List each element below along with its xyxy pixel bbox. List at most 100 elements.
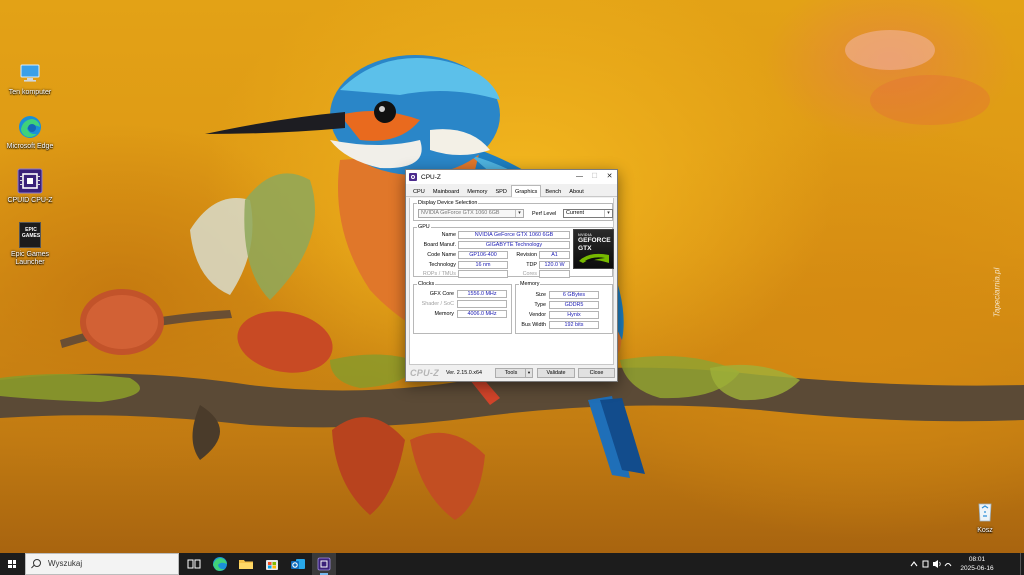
display-selection-group: Display Device Selection NVIDIA GeForce … [413, 200, 613, 221]
mem-vendor-label: Vendor [528, 312, 546, 318]
close-button[interactable]: Close [578, 368, 615, 378]
mem-size-label: Size [535, 292, 547, 298]
search-placeholder: Wyszukaj [48, 559, 83, 568]
network-icon [922, 560, 929, 568]
chevron-down-icon: ▾ [604, 210, 612, 217]
cpuz-app-icon [409, 173, 417, 181]
chevron-up-icon [910, 561, 918, 567]
taskbar: Wyszukaj 08:01 2025-06-16 [0, 553, 1024, 575]
wallpaper-watermark: Tapeciarnia.pl [992, 267, 1002, 318]
desktop-icon-edge[interactable]: Microsoft Edge [2, 114, 58, 151]
outlook-icon [291, 559, 305, 569]
group-title: GPU [417, 224, 431, 230]
group-title: Clocks [417, 281, 436, 287]
tab-spd[interactable]: SPD [491, 186, 511, 196]
wifi-icon [944, 563, 952, 567]
nvidia-geforce-gtx-logo: NVIDIA GEFORCE GTX [573, 229, 614, 269]
taskbar-explorer-button[interactable] [234, 553, 258, 575]
gfx-core-label: GFX Core [429, 291, 454, 297]
code-name-value: GP106-400 [458, 251, 508, 259]
taskbar-store-button[interactable] [260, 553, 284, 575]
file-explorer-icon [239, 560, 253, 569]
tab-bar: CPU Mainboard Memory SPD Graphics Bench … [406, 185, 617, 197]
board-manuf-value: GIGABYTE Technology [458, 241, 570, 249]
mem-type-value: GDDR5 [549, 301, 599, 309]
tab-cpu[interactable]: CPU [409, 186, 429, 196]
search-icon [33, 559, 41, 567]
cores-value [539, 270, 570, 278]
tab-bench[interactable]: Bench [541, 186, 565, 196]
display-device-select[interactable]: NVIDIA GeForce GTX 1060 6GB ▾ [418, 209, 524, 218]
computer-icon [17, 60, 43, 86]
clock-memory-value: 4006.0 MHz [457, 310, 507, 318]
window-title: CPU-Z [421, 173, 441, 181]
tab-about[interactable]: About [565, 186, 588, 196]
mem-size-value: 6 GBytes [549, 291, 599, 299]
show-desktop-button[interactable] [1020, 553, 1024, 575]
desktop-icon-epic-games[interactable]: EPIC GAMES Epic Games Launcher [2, 222, 58, 268]
taskbar-clock[interactable]: 08:01 2025-06-16 [954, 555, 1000, 573]
system-tray [906, 553, 954, 575]
mem-type-label: Type [534, 302, 546, 308]
desktop-icon-label: Ten komputer [8, 89, 52, 96]
taskbar-cpuz-button[interactable] [312, 553, 336, 575]
edge-icon [213, 557, 227, 571]
task-view-button[interactable] [182, 553, 206, 575]
graphics-panel: Display Device Selection NVIDIA GeForce … [409, 198, 614, 365]
clock-time: 08:01 [968, 556, 986, 563]
validate-button[interactable]: Validate [537, 368, 575, 378]
windows-logo-icon [8, 560, 16, 568]
clock-date: 2025-06-16 [960, 565, 994, 572]
desktop-icon-label: Kosz [977, 527, 993, 534]
tdp-label: TDP [526, 262, 537, 268]
taskbar-search-box[interactable]: Wyszukaj [25, 553, 179, 575]
nvidia-eye-icon [579, 253, 609, 263]
group-title: Memory [519, 281, 541, 287]
desktop-icon-cpuz[interactable]: CPUID CPU-Z [2, 168, 58, 205]
taskbar-edge-button[interactable] [208, 553, 232, 575]
recycle-bin-icon [972, 498, 998, 524]
start-button[interactable] [0, 553, 24, 575]
tdp-value: 120.0 W [539, 261, 570, 269]
microsoft-store-icon [266, 560, 278, 570]
minimize-button[interactable]: — [572, 170, 587, 184]
shader-soc-value [457, 300, 507, 308]
epic-games-icon: EPIC GAMES [19, 222, 41, 248]
cpuz-icon [317, 557, 331, 571]
edge-icon [17, 114, 43, 140]
desktop-icon-recycle-bin[interactable]: Kosz [957, 498, 1013, 535]
window-footer: CPU-Z Ver. 2.15.0.x64 Tools ▾ Validate C… [406, 365, 617, 381]
chevron-down-icon[interactable]: ▾ [525, 369, 532, 377]
gpu-name-label: Name [441, 232, 456, 238]
desktop-icon-label: CPUID CPU-Z [7, 197, 53, 204]
technology-label: Technology [428, 262, 456, 268]
task-view-icon [187, 559, 201, 569]
rops-tmus-label: ROPs / TMUs [422, 271, 456, 277]
tools-button[interactable]: Tools ▾ [495, 368, 533, 378]
bus-width-label: Bus Width [521, 322, 546, 328]
mem-vendor-value: Hynix [549, 311, 599, 319]
desktop-icon-this-pc[interactable]: Ten komputer [2, 60, 58, 97]
perf-level-select[interactable]: Current ▾ [563, 209, 613, 218]
cpuz-icon [17, 168, 43, 194]
window-titlebar[interactable]: CPU-Z — ☐ ✕ [406, 170, 617, 184]
code-name-label: Code Name [427, 252, 456, 258]
board-manuf-label: Board Manuf. [423, 242, 456, 248]
tab-graphics[interactable]: Graphics [510, 185, 542, 197]
desktop-icon-label: Epic Games Launcher [10, 251, 50, 267]
close-window-button[interactable]: ✕ [602, 170, 617, 184]
tab-memory[interactable]: Memory [463, 186, 491, 196]
chevron-down-icon: ▾ [515, 210, 523, 217]
rops-tmus-value [458, 270, 508, 278]
volume-icon [933, 560, 938, 568]
maximize-button[interactable]: ☐ [587, 170, 602, 184]
cores-label: Cores [522, 271, 537, 277]
clock-memory-label: Memory [434, 311, 454, 317]
tab-mainboard[interactable]: Mainboard [429, 186, 463, 196]
cpuz-brand-logo: CPU-Z [410, 368, 439, 378]
window-controls: — ☐ ✕ [572, 170, 617, 184]
technology-value: 16 nm [458, 261, 508, 269]
group-title: Display Device Selection [417, 200, 479, 206]
taskbar-outlook-button[interactable] [286, 553, 310, 575]
desktop-icon-label: Microsoft Edge [6, 143, 54, 150]
